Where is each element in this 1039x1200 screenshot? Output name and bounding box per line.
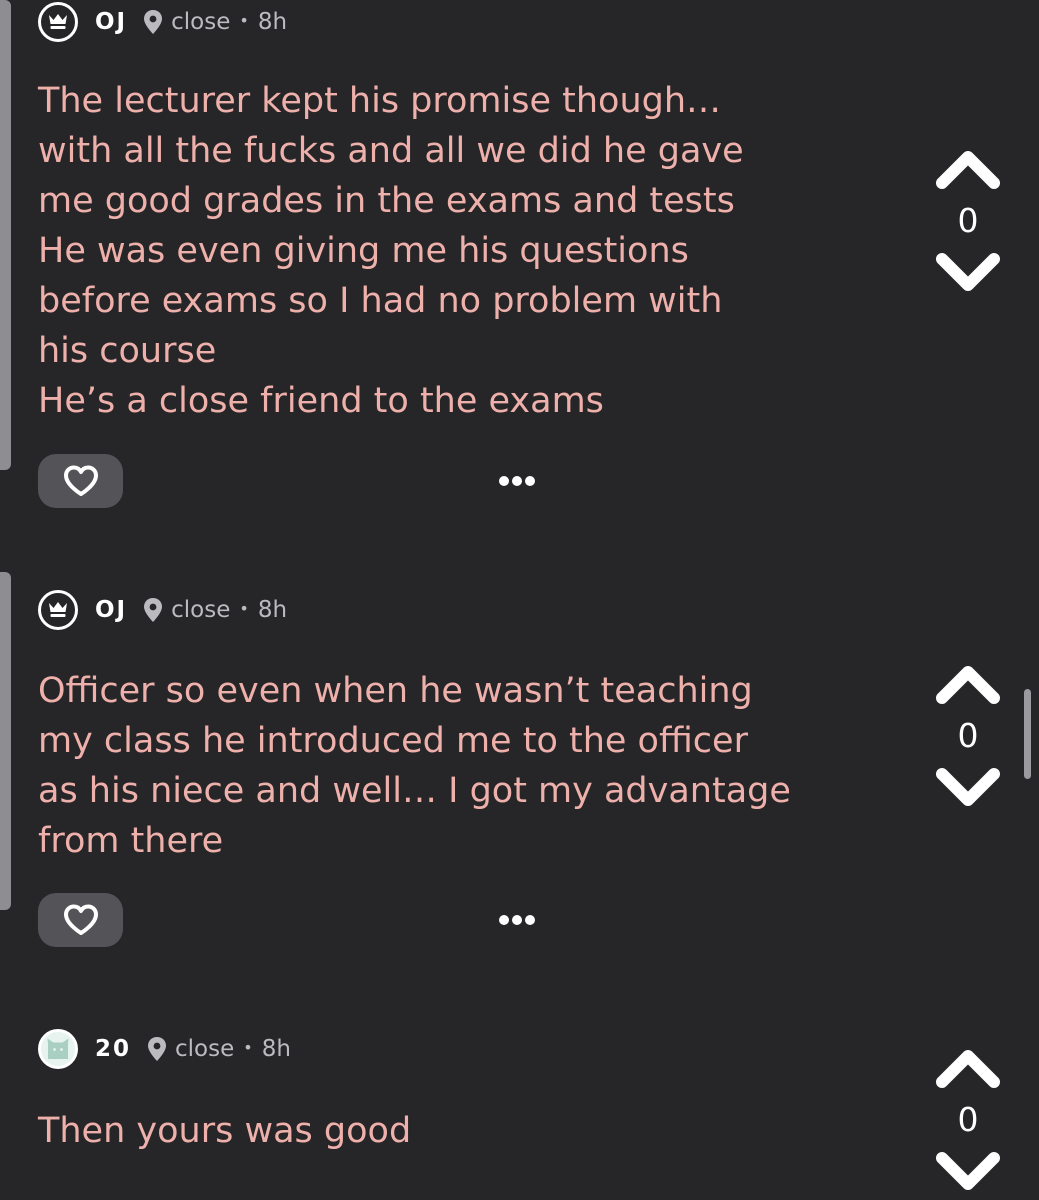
username[interactable]: OJ: [95, 9, 127, 35]
like-button[interactable]: [38, 893, 123, 947]
avatar[interactable]: [38, 590, 78, 630]
more-options-button[interactable]: [499, 476, 535, 486]
vote-count: 0: [957, 201, 979, 240]
chevron-down-icon[interactable]: [935, 1150, 1001, 1194]
vote-widget: 0: [932, 662, 1004, 810]
more-dot: [525, 476, 535, 486]
post-text: Officer so even when he wasn’t teaching …: [38, 671, 791, 861]
thread-line: [0, 572, 11, 910]
like-button[interactable]: [38, 454, 123, 508]
crown-icon: [49, 14, 67, 29]
location-label: close: [171, 9, 231, 35]
cat-icon: [47, 1038, 69, 1059]
post-header: 20 close • 8h: [38, 1027, 291, 1071]
more-dot: [525, 915, 535, 925]
separator-dot: •: [243, 1037, 253, 1057]
post-header: OJ close • 8h: [38, 0, 287, 44]
chevron-up-icon[interactable]: [935, 147, 1001, 191]
chevron-up-icon[interactable]: [935, 1046, 1001, 1090]
chevron-up-icon[interactable]: [935, 662, 1001, 706]
avatar[interactable]: [38, 2, 78, 42]
more-dot: [499, 476, 509, 486]
more-options-button[interactable]: [499, 915, 535, 925]
more-dot: [512, 476, 522, 486]
username[interactable]: OJ: [95, 597, 127, 623]
thread-line: [0, 0, 11, 470]
chevron-down-icon[interactable]: [935, 766, 1001, 810]
location-pin-icon: [143, 9, 163, 35]
username[interactable]: 20: [95, 1036, 131, 1062]
post-text: The lecturer kept his promise though… wi…: [38, 81, 744, 421]
location-pin-icon: [143, 597, 163, 623]
avatar[interactable]: [38, 1029, 78, 1069]
vote-count: 0: [957, 1100, 979, 1139]
separator-dot: •: [239, 598, 249, 618]
heart-icon: [63, 465, 98, 496]
more-dot: [499, 915, 509, 925]
crown-icon: [49, 602, 67, 617]
vote-count: 0: [957, 716, 979, 755]
vote-widget: 0: [932, 1046, 1004, 1194]
timestamp: 8h: [257, 9, 288, 35]
separator-dot: •: [239, 10, 249, 30]
vote-widget: 0: [932, 147, 1004, 295]
heart-icon: [63, 904, 98, 935]
location-label: close: [175, 1036, 235, 1062]
post-text: Then yours was good: [38, 1111, 412, 1151]
chevron-down-icon[interactable]: [935, 251, 1001, 295]
timestamp: 8h: [257, 597, 288, 623]
post-header: OJ close • 8h: [38, 588, 287, 632]
more-dot: [512, 915, 522, 925]
timestamp: 8h: [261, 1036, 291, 1062]
scrollbar[interactable]: [1024, 689, 1031, 779]
location-label: close: [171, 597, 231, 623]
location-pin-icon: [147, 1036, 167, 1062]
